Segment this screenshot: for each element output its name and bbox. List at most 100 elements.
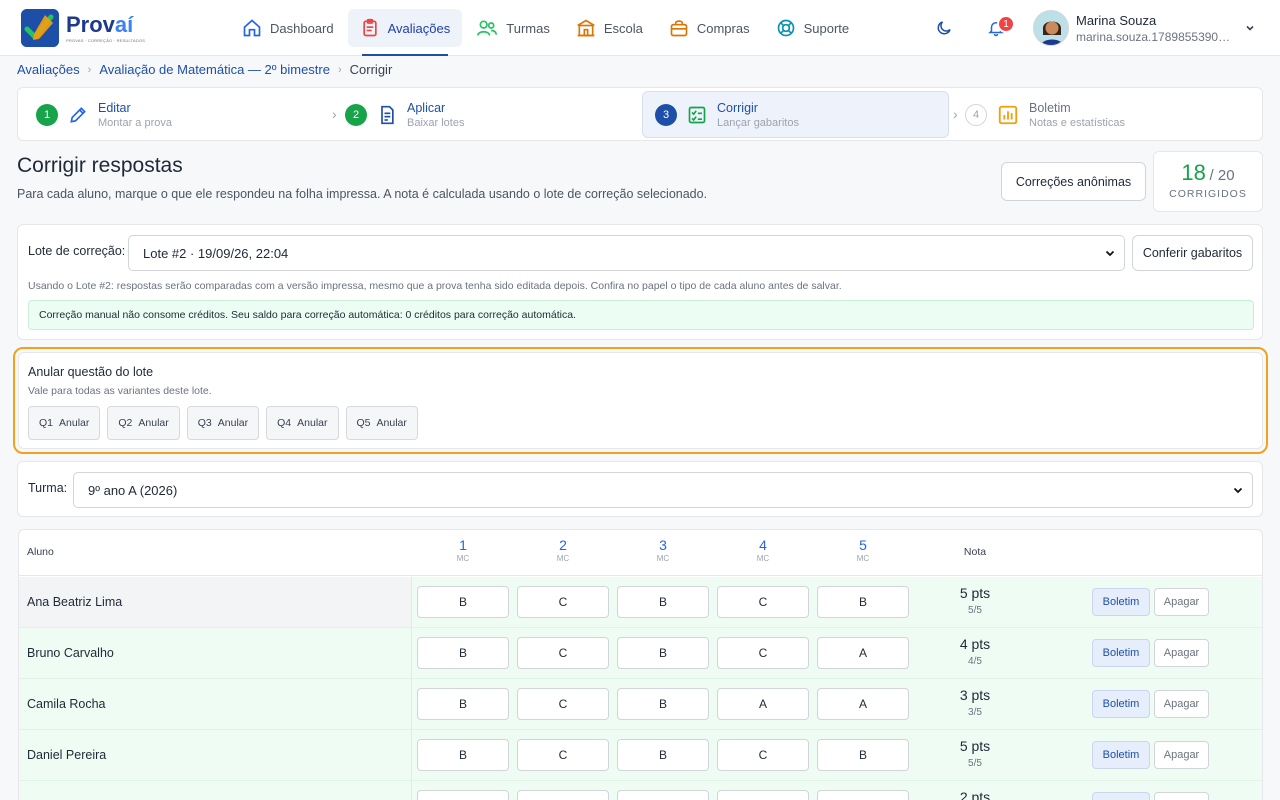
answer-select-q4[interactable]: C: [717, 739, 809, 771]
anular-q3-button[interactable]: Q3 Anular: [186, 406, 260, 440]
boletim-button[interactable]: Boletim: [1092, 741, 1150, 769]
grade-fraction: 4/5: [968, 656, 982, 667]
answer-select-q2[interactable]: C: [517, 637, 609, 669]
answer-select-q5[interactable]: B: [817, 586, 909, 618]
answer-select-q1[interactable]: B: [417, 739, 509, 771]
boletim-button[interactable]: Boletim: [1092, 690, 1150, 718]
user-menu[interactable]: Marina Souza marina.souza.178985539079…: [1033, 10, 1256, 46]
delete-button[interactable]: Apagar: [1154, 588, 1209, 616]
column-header-q2: 2 MC: [556, 537, 570, 563]
breadcrumb-current: Corrigir: [349, 62, 393, 77]
answer-select-q5[interactable]: A: [817, 688, 909, 720]
credits-notice: Correção manual não consome créditos. Se…: [28, 300, 1254, 330]
nav-dashboard[interactable]: Dashboard: [230, 9, 346, 47]
step-boletim[interactable]: 4 Boletim Notas e estatísticas: [965, 91, 1125, 138]
step-title: Aplicar: [407, 100, 446, 115]
student-cell: Camila Rocha: [19, 679, 412, 729]
turma-card: Turma: 9º ano A (2026): [17, 461, 1263, 517]
nav-suporte[interactable]: Suporte: [764, 9, 862, 47]
breadcrumb-separator-icon: ›: [337, 63, 342, 76]
step-subtitle: Notas e estatísticas: [1029, 116, 1125, 129]
student-cell: [19, 781, 412, 800]
nav-turmas[interactable]: Turmas: [464, 9, 562, 47]
answer-select-q3[interactable]: B: [617, 586, 709, 618]
answer-select-q1[interactable]: [417, 790, 509, 800]
delete-button[interactable]: Apagar: [1154, 741, 1209, 769]
delete-button[interactable]: Apagar: [1154, 690, 1209, 718]
anular-q2-button[interactable]: Q2 Anular: [107, 406, 180, 440]
turma-label: Turma:: [28, 481, 68, 495]
nav-suporte-label: Suporte: [803, 20, 850, 36]
answer-select-q5[interactable]: A: [817, 637, 909, 669]
step-corrigir[interactable]: 3 Corrigir Lançar gabaritos: [642, 91, 949, 138]
boletim-button[interactable]: Boletim: [1092, 588, 1150, 616]
turma-select[interactable]: 9º ano A (2026): [73, 472, 1253, 508]
nav-turmas-label: Turmas: [506, 20, 550, 36]
step-subtitle: Lançar gabaritos: [717, 116, 799, 129]
app-logo[interactable]: Provaí PROVAS · CORREÇÃO · RESULTADOS: [21, 9, 145, 47]
breadcrumb: Avaliações › Avaliação de Matemática — 2…: [17, 62, 392, 77]
column-header-student: Aluno: [27, 546, 54, 558]
lote-select[interactable]: Lote #2 · 19/09/26, 22:04: [128, 235, 1125, 271]
nav-avaliacoes-label: Avaliações: [387, 20, 451, 36]
answer-select-q5[interactable]: [817, 790, 909, 800]
answer-select-q2[interactable]: C: [517, 586, 609, 618]
step-aplicar[interactable]: 2 Aplicar Baixar lotes: [345, 91, 464, 138]
boletim-button[interactable]: Boletim: [1092, 792, 1150, 800]
avatar: [1033, 10, 1069, 46]
breadcrumb-avaliacoes[interactable]: Avaliações: [17, 62, 80, 77]
answer-select-q4[interactable]: [717, 790, 809, 800]
grade-cell: 2 pts: [919, 789, 1031, 800]
answer-select-q4[interactable]: C: [717, 637, 809, 669]
step-number: 2: [345, 103, 367, 126]
check-answer-keys-button[interactable]: Conferir gabaritos: [1132, 235, 1253, 271]
step-editar[interactable]: 1 Editar Montar a prova: [36, 91, 172, 138]
anonymous-corrections-button[interactable]: Correções anônimas: [1001, 162, 1146, 201]
delete-button[interactable]: Apagar: [1154, 792, 1209, 800]
anular-q4-button[interactable]: Q4 Anular: [266, 406, 339, 440]
anular-q1-button[interactable]: Q1 Anular: [28, 406, 101, 440]
shopping-bag-icon: [670, 20, 688, 37]
breadcrumb-exam[interactable]: Avaliação de Matemática — 2º bimestre: [99, 62, 330, 77]
step-number: 3: [655, 103, 677, 126]
answer-select-q4[interactable]: C: [717, 586, 809, 618]
grade-cell: 5 pts 5/5: [919, 738, 1031, 769]
boletim-button[interactable]: Boletim: [1092, 639, 1150, 667]
answer-select-q1[interactable]: B: [417, 586, 509, 618]
grade-cell: 3 pts 3/5: [919, 687, 1031, 718]
grade-fraction: 5/5: [968, 605, 982, 616]
student-name: Camila Rocha: [27, 697, 106, 711]
answer-select-q5[interactable]: B: [817, 739, 909, 771]
table-row: Camila Rocha B C B A A 3 pts 3/5 Boletim Apagar: [19, 679, 1262, 730]
answer-select-q4[interactable]: A: [717, 688, 809, 720]
answer-select-q2[interactable]: C: [517, 688, 609, 720]
student-name: Bruno Carvalho: [27, 646, 114, 660]
users-icon: [477, 20, 498, 36]
lifebuoy-icon: [777, 19, 794, 37]
nav-escola-label: Escola: [603, 20, 643, 36]
anular-q5-button[interactable]: Q5 Anular: [345, 406, 418, 440]
nav-escola[interactable]: Escola: [564, 9, 655, 47]
answer-select-q1[interactable]: B: [417, 688, 509, 720]
lote-select-value: Lote #2 · 19/09/26, 22:04: [143, 245, 289, 261]
top-navbar: Provaí PROVAS · CORREÇÃO · RESULTADOS Da…: [0, 0, 1280, 56]
nav-avaliacoes[interactable]: Avaliações: [347, 9, 463, 56]
bar-chart-icon: [998, 105, 1018, 124]
nav-compras[interactable]: Compras: [657, 9, 762, 47]
dark-mode-toggle[interactable]: [929, 13, 959, 43]
answer-select-q2[interactable]: [517, 790, 609, 800]
answer-select-q3[interactable]: B: [617, 739, 709, 771]
answer-select-q3[interactable]: [617, 790, 709, 800]
grade-points: 2 pts: [959, 789, 991, 800]
answer-select-q2[interactable]: C: [517, 739, 609, 771]
answer-select-q1[interactable]: B: [417, 637, 509, 669]
answer-select-q3[interactable]: B: [617, 688, 709, 720]
anular-buttons: Q1 Anular Q2 Anular Q3 Anular Q4 Anular Q5 An…: [28, 406, 425, 440]
grade-points: 4 pts: [959, 636, 991, 652]
home-icon: [243, 19, 261, 37]
delete-button[interactable]: Apagar: [1154, 639, 1209, 667]
answer-select-q3[interactable]: B: [617, 637, 709, 669]
grade-fraction: 3/5: [968, 707, 982, 718]
notifications-button[interactable]: 1: [981, 13, 1015, 43]
pencil-icon: [70, 106, 86, 123]
